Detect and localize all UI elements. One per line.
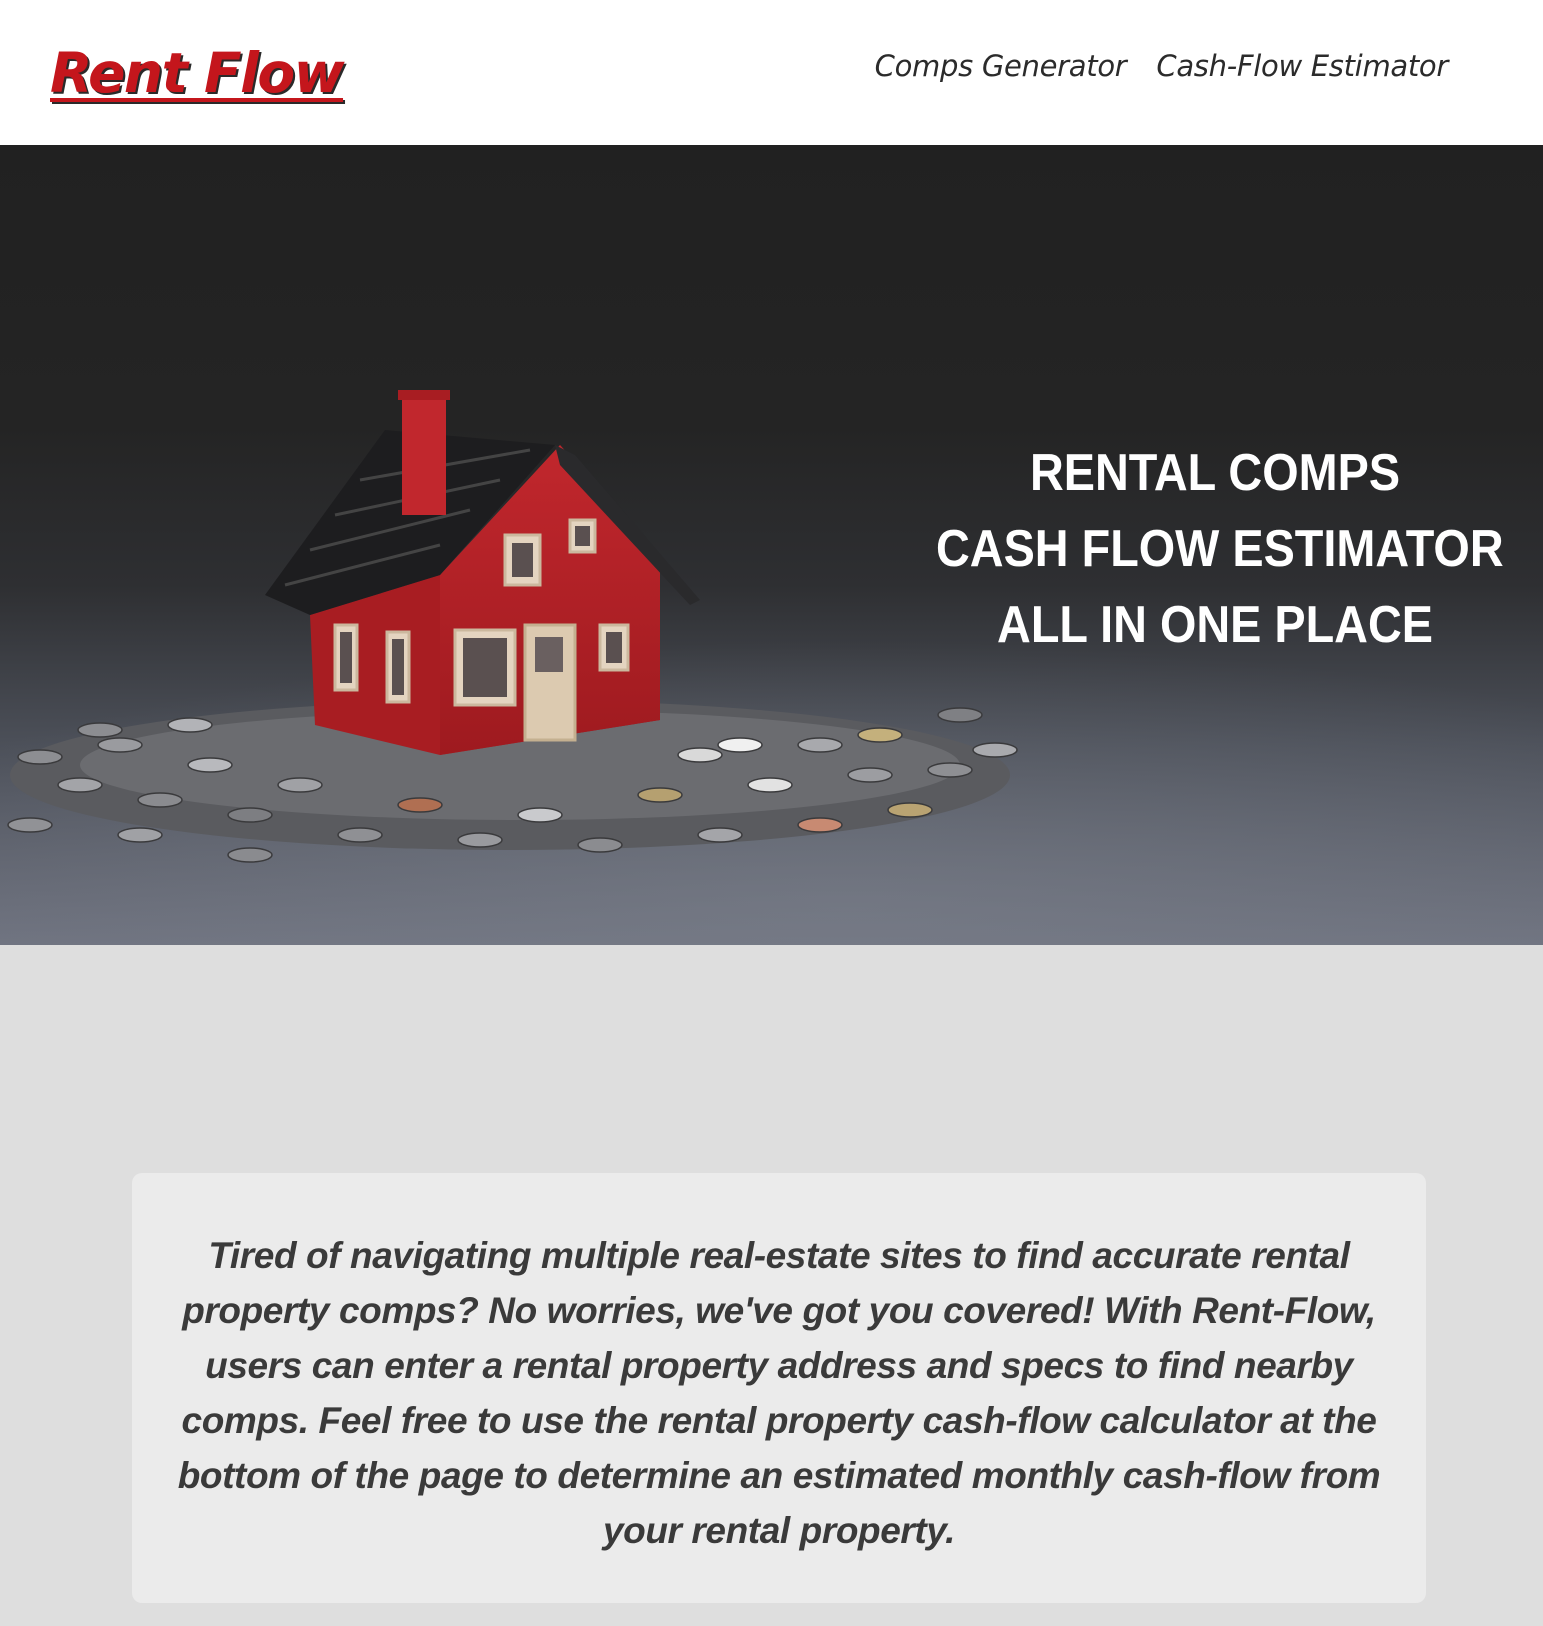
hero-line-all-in-one-place: ALL IN ONE PLACE <box>997 596 1433 654</box>
toy-house <box>265 390 700 755</box>
intro-description: Tired of navigating multiple real-estate… <box>177 1235 1381 1551</box>
brand-logo-link[interactable]: Rent Flow <box>50 38 345 108</box>
hero-banner: RENTAL COMPS CASH FLOW ESTIMATOR ALL IN … <box>0 145 1543 945</box>
top-navbar: Rent Flow Comps Generator Cash-Flow Esti… <box>0 0 1543 145</box>
chimney <box>402 395 446 515</box>
main-nav: Comps Generator Cash-Flow Estimator <box>875 49 1449 83</box>
intro-card: Tired of navigating multiple real-estate… <box>132 1173 1426 1603</box>
hero-headline: RENTAL COMPS CASH FLOW ESTIMATOR ALL IN … <box>936 435 1504 663</box>
nav-link-comps-generator[interactable]: Comps Generator <box>875 49 1127 83</box>
nav-link-cash-flow-estimator[interactable]: Cash-Flow Estimator <box>1156 49 1448 83</box>
hero-line-cash-flow-estimator: CASH FLOW ESTIMATOR <box>936 520 1504 578</box>
hero-line-rental-comps: RENTAL COMPS <box>1029 444 1401 502</box>
